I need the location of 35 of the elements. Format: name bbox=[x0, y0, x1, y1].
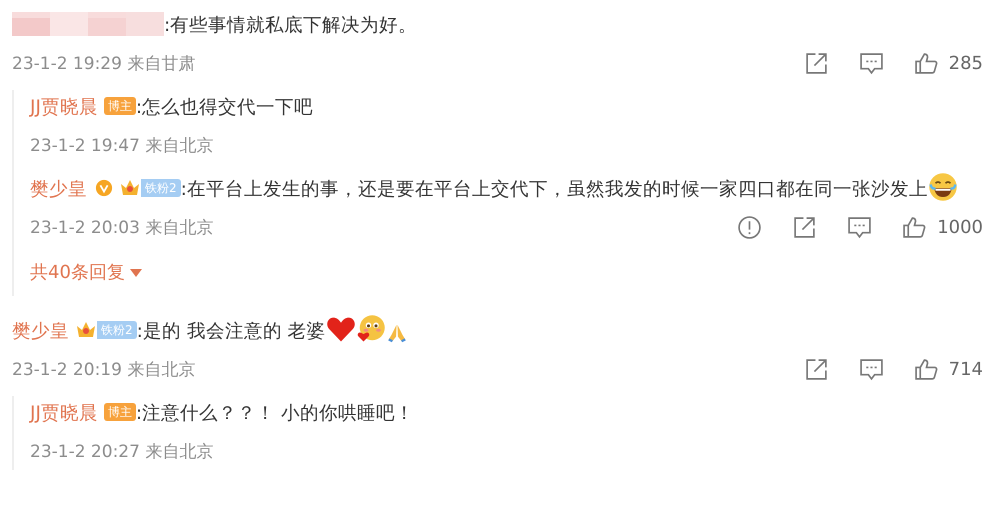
timestamp: 23-1-2 20:19 来自北京 bbox=[12, 358, 196, 380]
comment-text: :怎么也得交代一下吧 bbox=[136, 97, 314, 118]
fan-badge: 铁粉2 bbox=[141, 179, 181, 197]
laughing-emoji-icon bbox=[928, 172, 958, 202]
share-icon[interactable] bbox=[792, 214, 818, 240]
comment-text: :是的 我会注意的 老婆 bbox=[136, 321, 326, 342]
timestamp: 23-1-2 20:27 来自北京 bbox=[30, 440, 214, 462]
like-count: 714 bbox=[948, 358, 983, 380]
user-name[interactable]: 樊少皇 bbox=[30, 179, 87, 200]
comment-icon[interactable] bbox=[858, 50, 884, 76]
share-icon[interactable] bbox=[804, 356, 829, 382]
user-name[interactable]: JJ贾晓晨 bbox=[30, 403, 98, 424]
share-icon[interactable] bbox=[804, 50, 829, 76]
like-count: 285 bbox=[948, 52, 983, 74]
warning-icon[interactable] bbox=[737, 214, 762, 240]
timestamp: 23-1-2 19:29 来自甘肃 bbox=[12, 52, 196, 74]
timestamp: 23-1-2 19:47 来自北京 bbox=[30, 134, 214, 156]
caret-icon bbox=[130, 269, 142, 277]
blogger-badge: 博主 bbox=[104, 403, 136, 421]
timestamp: 23-1-2 20:03 来自北京 bbox=[30, 216, 214, 238]
thumbs-up-icon[interactable] bbox=[914, 50, 939, 76]
comment-icon[interactable] bbox=[858, 356, 884, 382]
comment-text: :在平台上发生的事，还是要在平台上交代下，虽然我发的时候一家四口都在同一张沙发上 bbox=[180, 179, 928, 200]
fan-badge: 铁粉2 bbox=[97, 321, 137, 339]
thumbs-up-icon[interactable] bbox=[914, 356, 939, 382]
blogger-badge: 博主 bbox=[104, 97, 136, 115]
comment-icon[interactable] bbox=[847, 214, 872, 240]
user-name[interactable]: 樊少皇 bbox=[12, 321, 69, 342]
more-replies-link[interactable]: 共40条回复 bbox=[30, 258, 142, 288]
blushing-emoji-icon bbox=[356, 314, 386, 344]
user-name[interactable]: JJ贾晓晨 bbox=[30, 97, 98, 118]
comment-text: :注意什么？？！ 小的你哄睡吧！ bbox=[136, 403, 414, 424]
like-count: 1000 bbox=[937, 216, 983, 238]
comment-text: :有些事情就私底下解决为好。 bbox=[164, 15, 418, 36]
thumbs-up-icon[interactable] bbox=[902, 214, 928, 240]
